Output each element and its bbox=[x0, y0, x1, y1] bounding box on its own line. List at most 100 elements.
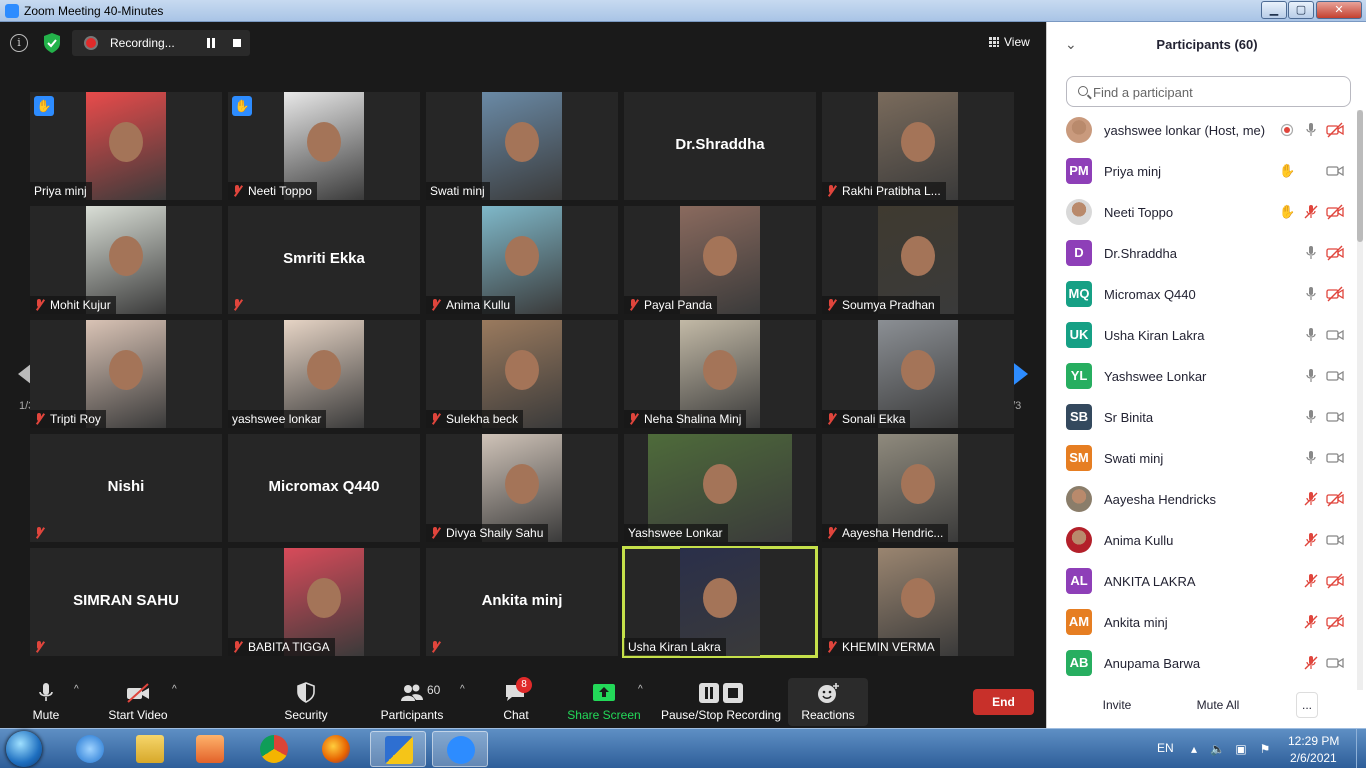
taskbar-media-player[interactable] bbox=[182, 731, 238, 767]
video-tile[interactable]: Aayesha Hendric... bbox=[822, 434, 1014, 542]
meeting-info-icon[interactable]: i bbox=[10, 34, 28, 52]
taskbar-internet-explorer[interactable] bbox=[62, 731, 118, 767]
mic-muted-icon[interactable] bbox=[1303, 491, 1319, 507]
share-options-caret-icon[interactable]: ^ bbox=[638, 684, 648, 695]
mic-icon[interactable] bbox=[1303, 450, 1319, 466]
video-tile[interactable]: Neeti Toppo ✋ bbox=[228, 92, 420, 200]
participant-search-box[interactable] bbox=[1066, 76, 1351, 107]
video-tile[interactable]: Usha Kiran Lakra bbox=[622, 546, 818, 658]
video-off-icon[interactable] bbox=[1326, 491, 1344, 507]
participant-row[interactable]: SM Swati minj bbox=[1047, 438, 1357, 479]
video-icon[interactable] bbox=[1326, 450, 1344, 466]
video-tile[interactable]: Ankita minj bbox=[426, 548, 618, 656]
participant-search-input[interactable] bbox=[1093, 82, 1343, 102]
participant-row[interactable]: PM Priya minj ✋ bbox=[1047, 151, 1357, 192]
mic-icon[interactable] bbox=[1303, 122, 1319, 138]
participant-row[interactable]: Aayesha Hendricks bbox=[1047, 479, 1357, 520]
stop-recording-icon[interactable] bbox=[233, 39, 241, 47]
participant-row[interactable]: D Dr.Shraddha bbox=[1047, 233, 1357, 274]
video-off-icon[interactable] bbox=[1326, 573, 1344, 589]
taskbar-firefox[interactable] bbox=[308, 731, 364, 767]
encryption-shield-icon[interactable] bbox=[42, 32, 62, 54]
mic-icon[interactable] bbox=[1303, 327, 1319, 343]
start-button-icon[interactable] bbox=[6, 731, 42, 767]
reactions-button[interactable]: Reactions bbox=[788, 678, 868, 726]
participant-row[interactable]: Neeti Toppo ✋ bbox=[1047, 192, 1357, 233]
pause-stop-recording-button[interactable]: Pause/Stop Recording bbox=[660, 678, 782, 726]
participant-row[interactable]: SB Sr Binita bbox=[1047, 397, 1357, 438]
video-tile[interactable]: Divya Shaily Sahu bbox=[426, 434, 618, 542]
participant-row[interactable]: yashswee lonkar (Host, me) bbox=[1047, 110, 1357, 151]
video-icon[interactable] bbox=[1326, 327, 1344, 343]
mic-muted-icon[interactable] bbox=[1303, 532, 1319, 548]
video-off-icon[interactable] bbox=[1326, 204, 1344, 220]
end-meeting-button[interactable]: End bbox=[973, 689, 1034, 715]
video-tile[interactable]: Smriti Ekka bbox=[228, 206, 420, 314]
clock-date[interactable]: 2/6/2021 bbox=[1290, 751, 1337, 765]
video-tile[interactable]: Yashswee Lonkar bbox=[624, 434, 816, 542]
video-tile[interactable]: Rakhi Pratibha L... bbox=[822, 92, 1014, 200]
mic-muted-icon[interactable] bbox=[1303, 573, 1319, 589]
mic-icon[interactable] bbox=[1303, 368, 1319, 384]
minimize-button[interactable]: ▁ bbox=[1261, 1, 1287, 19]
view-button[interactable]: View bbox=[985, 32, 1035, 54]
raised-hand-icon[interactable]: ✋ bbox=[1279, 204, 1295, 220]
video-tile[interactable]: BABITA TIGGA bbox=[228, 548, 420, 656]
show-desktop-button[interactable] bbox=[1356, 729, 1366, 768]
start-video-button[interactable]: Start Video bbox=[102, 678, 174, 726]
video-tile[interactable]: Anima Kullu bbox=[426, 206, 618, 314]
mic-muted-icon[interactable] bbox=[1303, 204, 1319, 220]
video-tile[interactable]: Tripti Roy bbox=[30, 320, 222, 428]
clock-time[interactable]: 12:29 PM bbox=[1288, 734, 1339, 748]
audio-options-caret-icon[interactable]: ^ bbox=[74, 684, 84, 695]
participant-row[interactable]: MQ Micromax Q440 bbox=[1047, 274, 1357, 315]
video-tile[interactable]: KHEMIN VERMA bbox=[822, 548, 1014, 656]
video-tile[interactable]: yashswee lonkar bbox=[228, 320, 420, 428]
volume-icon[interactable]: 🔈 bbox=[1210, 742, 1225, 756]
taskbar-file-explorer[interactable] bbox=[122, 731, 178, 767]
participant-row[interactable]: AB Anupama Barwa bbox=[1047, 643, 1357, 684]
video-tile[interactable]: Dr.Shraddha bbox=[624, 92, 816, 200]
video-tile[interactable]: SIMRAN SAHU bbox=[30, 548, 222, 656]
show-hidden-icons-icon[interactable]: ▴ bbox=[1187, 742, 1201, 756]
mic-icon[interactable] bbox=[1303, 245, 1319, 261]
video-off-icon[interactable] bbox=[1326, 122, 1344, 138]
video-off-icon[interactable] bbox=[1326, 614, 1344, 630]
video-tile[interactable]: Sulekha beck bbox=[426, 320, 618, 428]
video-off-icon[interactable] bbox=[1326, 286, 1344, 302]
video-options-caret-icon[interactable]: ^ bbox=[172, 684, 182, 695]
maximize-button[interactable]: ▢ bbox=[1288, 1, 1314, 19]
participants-options-caret-icon[interactable]: ^ bbox=[460, 684, 470, 695]
video-tile[interactable]: Neha Shalina Minj bbox=[624, 320, 816, 428]
language-indicator[interactable]: EN bbox=[1157, 741, 1174, 755]
security-button[interactable]: Security bbox=[276, 678, 336, 726]
participant-row[interactable]: Anima Kullu bbox=[1047, 520, 1357, 561]
participant-list-scroll-thumb[interactable] bbox=[1357, 110, 1363, 242]
video-icon[interactable] bbox=[1326, 163, 1344, 179]
video-icon[interactable] bbox=[1326, 532, 1344, 548]
video-icon[interactable] bbox=[1326, 409, 1344, 425]
mute-button[interactable]: Mute bbox=[16, 678, 76, 726]
taskbar-zoom[interactable] bbox=[432, 731, 488, 767]
mute-all-button[interactable]: Mute All bbox=[1187, 692, 1249, 718]
participant-row[interactable]: YL Yashswee Lonkar bbox=[1047, 356, 1357, 397]
pause-recording-icon[interactable] bbox=[206, 38, 216, 48]
share-screen-button[interactable]: Share Screen bbox=[566, 678, 642, 726]
more-options-button[interactable]: ... bbox=[1296, 692, 1318, 718]
video-tile[interactable]: Payal Panda bbox=[624, 206, 816, 314]
video-tile[interactable]: Mohit Kujur bbox=[30, 206, 222, 314]
video-tile[interactable]: Priya minj ✋ bbox=[30, 92, 222, 200]
video-icon[interactable] bbox=[1326, 655, 1344, 671]
mic-muted-icon[interactable] bbox=[1303, 614, 1319, 630]
video-off-icon[interactable] bbox=[1326, 245, 1344, 261]
video-icon[interactable] bbox=[1326, 368, 1344, 384]
video-tile[interactable]: Swati minj bbox=[426, 92, 618, 200]
video-tile[interactable]: Sonali Ekka bbox=[822, 320, 1014, 428]
taskbar-security-center[interactable] bbox=[370, 731, 426, 767]
mic-icon[interactable] bbox=[1303, 409, 1319, 425]
invite-button[interactable]: Invite bbox=[1095, 692, 1139, 718]
action-center-flag-icon[interactable]: ⚑ bbox=[1258, 742, 1272, 756]
close-button[interactable]: ✕ bbox=[1316, 1, 1362, 19]
mic-icon[interactable] bbox=[1303, 286, 1319, 302]
taskbar-chrome[interactable] bbox=[246, 731, 302, 767]
